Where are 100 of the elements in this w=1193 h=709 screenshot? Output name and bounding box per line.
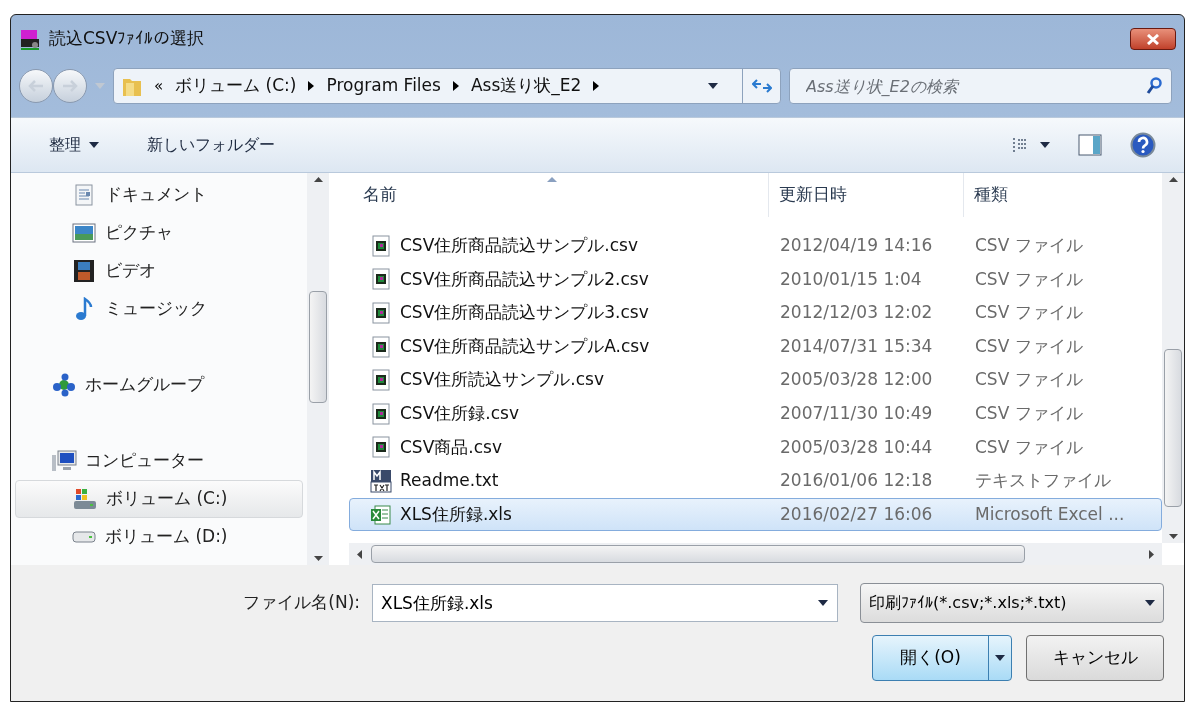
address-bar[interactable]: « ボリューム (C:) Program Files Ass送り状_E2 — [113, 68, 781, 104]
scroll-right-arrow-icon — [1149, 549, 1154, 559]
scroll-down-arrow-icon — [313, 556, 323, 561]
modified-date: 2010/01/15 1:04 — [779, 267, 923, 291]
file-type: CSV ファイル — [974, 301, 1084, 325]
modified-date: 2012/04/19 14:16 — [779, 234, 934, 258]
organize-button[interactable]: 整理 — [49, 133, 99, 157]
close-button[interactable] — [1130, 28, 1176, 50]
film-icon — [73, 259, 95, 283]
breadcrumb-overflow[interactable]: « — [154, 74, 164, 98]
chevron-right-icon — [308, 81, 315, 91]
close-icon — [1146, 33, 1160, 45]
file-row[interactable]: Readme.txt 2016/01/06 12:18 テキストファイル — [349, 464, 1162, 498]
computer-icon — [51, 449, 77, 473]
navigation-label: ビデオ — [105, 259, 156, 283]
address-dropdown-caret-icon — [708, 83, 718, 89]
file-name: CSV住所商品読込サンプルA.csv — [400, 334, 650, 358]
file-row[interactable]: CSV住所商品読込サンプル2.csv 2010/01/15 1:04 CSV ファイル — [349, 262, 1162, 297]
new-folder-button[interactable]: 新しいフォルダー — [147, 133, 275, 157]
modified-date: 2016/01/06 12:18 — [779, 469, 934, 493]
window-title: 読込CSVﾌｧｲﾙの選択 — [49, 27, 205, 51]
file-type-dropdown[interactable]: 印刷ﾌｧｲﾙ(*.csv;*.xls;*.txt) — [860, 583, 1164, 623]
vertical-scrollbar[interactable] — [1162, 173, 1184, 543]
file-name: Readme.txt — [400, 469, 499, 493]
drive-icon — [72, 530, 96, 544]
preview-pane-icon — [1078, 134, 1102, 156]
scrollbar-thumb[interactable] — [309, 291, 327, 403]
dropdown-caret-icon — [89, 142, 99, 148]
scrollbar-thumb[interactable] — [371, 545, 1025, 563]
file-row[interactable]: CSV住所商品読込サンプル3.csv 2012/12/03 12:02 CSV ファイル — [349, 296, 1162, 330]
file-row[interactable]: CSV住所商品読込サンプル.csv 2012/04/19 14:16 CSV ファイル — [349, 229, 1162, 263]
file-type: CSV ファイル — [974, 402, 1084, 425]
file-row[interactable]: XLS住所録.xls 2016/02/27 16:06 Microsoft Excel ... — [349, 497, 1162, 532]
dropdown-caret-icon — [995, 655, 1005, 661]
file-row[interactable]: CSV住所読込サンプル.csv 2005/03/28 12:00 CSV ファイル — [349, 363, 1162, 397]
refresh-arrows-icon — [751, 78, 772, 94]
csv-file-icon — [372, 436, 390, 459]
file-type: CSV ファイル — [974, 267, 1084, 291]
search-field[interactable]: Ass送り状_E2の検索 — [789, 68, 1172, 104]
file-row[interactable]: CSV住所商品読込サンプルA.csv 2014/07/31 15:34 CSV ファイル — [349, 329, 1162, 364]
file-type: CSV ファイル — [974, 435, 1084, 459]
navigation-label: コンピューター — [85, 449, 204, 473]
csv-file-icon — [372, 402, 390, 425]
csv-file-icon — [372, 268, 390, 291]
csv-file-icon — [372, 335, 390, 358]
homegroup-icon — [51, 373, 77, 397]
file-name-field[interactable]: XLS住所録.xls — [372, 584, 838, 622]
column-header[interactable]: 名前 — [349, 173, 769, 217]
navigation-label: ボリューム (D:) — [105, 525, 228, 549]
file-type: CSV ファイル — [974, 334, 1084, 358]
navigation-item[interactable]: ホームグループ — [15, 366, 303, 404]
file-name: CSV住所録.csv — [400, 402, 519, 425]
back-arrow-icon — [28, 80, 44, 92]
navigation-item[interactable]: ミュージック — [15, 290, 303, 328]
music-note-icon — [75, 297, 93, 321]
navigation-label: ピクチャ — [105, 221, 173, 245]
file-name: CSV住所商品読込サンプル3.csv — [400, 301, 649, 325]
help-icon — [1130, 132, 1156, 158]
modified-date: 2005/03/28 12:00 — [779, 368, 934, 392]
breadcrumb-item[interactable]: Ass送り状_E2 — [470, 73, 582, 99]
vertical-scrollbar[interactable] — [307, 173, 329, 565]
file-name: CSV商品.csv — [400, 435, 502, 459]
file-type: テキストファイル — [974, 469, 1112, 493]
list-view-icon — [1012, 137, 1028, 153]
back-button[interactable] — [19, 69, 53, 103]
preview-pane-button[interactable] — [1078, 134, 1102, 156]
app-icon — [19, 28, 41, 50]
spreadsheet-file-icon — [370, 503, 392, 526]
chevron-right-icon — [593, 81, 600, 91]
navigation-item[interactable]: ピクチャ — [15, 214, 303, 252]
navigation-label: ホームグループ — [85, 373, 204, 397]
breadcrumb-item[interactable]: Program Files — [326, 73, 441, 99]
chevron-right-icon — [452, 81, 459, 91]
help-button[interactable] — [1130, 132, 1156, 158]
navigation-item[interactable]: ボリューム (C:) — [15, 480, 303, 518]
scroll-up-arrow-icon — [313, 177, 323, 182]
scrollbar-thumb[interactable] — [1164, 349, 1182, 507]
scroll-down-arrow-icon — [1168, 534, 1178, 539]
navigation-item[interactable]: ボリューム (D:) — [15, 518, 303, 556]
navigation-item[interactable]: ビデオ — [15, 252, 303, 290]
view-options-button[interactable] — [1012, 137, 1050, 153]
navigation-item[interactable]: ドキュメント — [15, 176, 303, 214]
picture-icon — [72, 223, 96, 243]
breadcrumb-item[interactable]: ボリューム (C:) — [175, 73, 297, 99]
navigation-item[interactable]: コンピューター — [15, 442, 303, 480]
file-row[interactable]: CSV商品.csv 2005/03/28 10:44 CSV ファイル — [349, 430, 1162, 465]
forward-button[interactable] — [53, 69, 87, 103]
modified-date: 2007/11/30 10:49 — [779, 402, 934, 425]
file-type: Microsoft Excel ... — [974, 502, 1126, 526]
file-name: CSV住所商品読込サンプル2.csv — [400, 267, 649, 291]
horizontal-scrollbar[interactable] — [349, 543, 1162, 565]
dropdown-caret-icon — [1145, 600, 1155, 606]
file-type: CSV ファイル — [974, 234, 1084, 258]
column-header[interactable]: 種類 — [964, 173, 1162, 217]
forward-arrow-icon — [62, 80, 78, 92]
cancel-button[interactable]: キャンセル — [1026, 635, 1164, 681]
file-name: XLS住所録.xls — [400, 502, 512, 526]
file-row[interactable]: CSV住所録.csv 2007/11/30 10:49 CSV ファイル — [349, 396, 1162, 431]
text-file-icon — [370, 468, 392, 493]
column-header[interactable]: 更新日時 — [769, 173, 964, 217]
